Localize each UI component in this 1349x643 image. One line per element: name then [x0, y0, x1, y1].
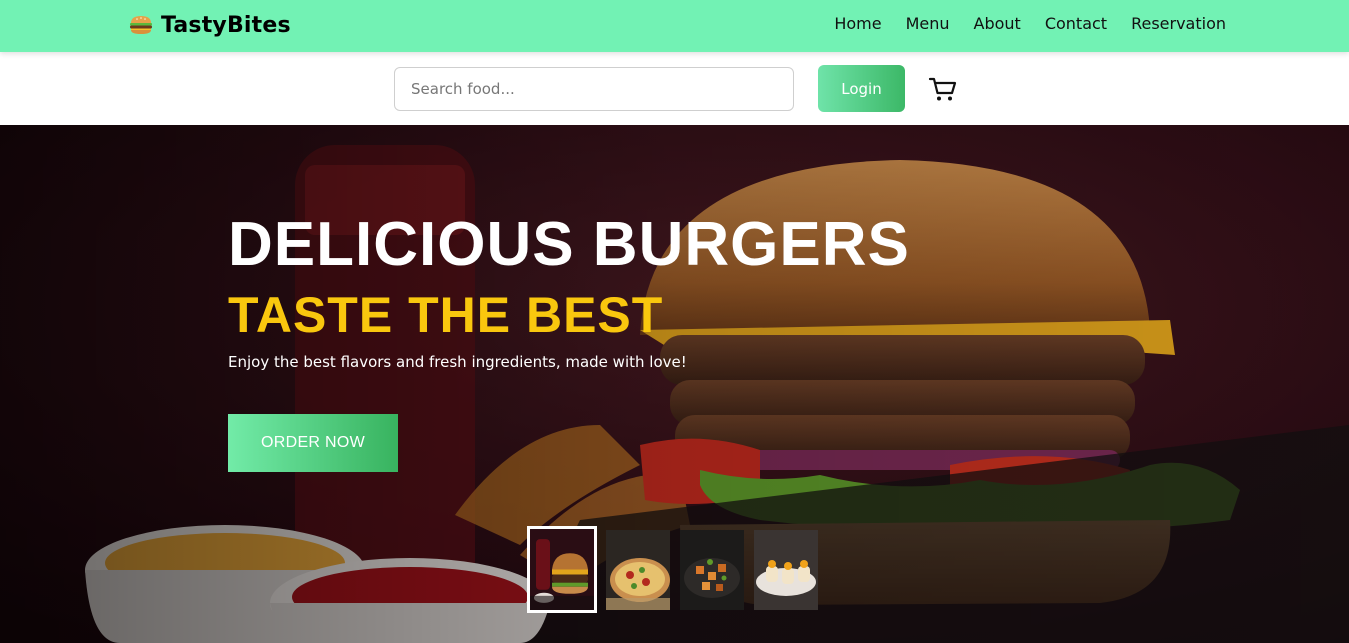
search-bar-row: Login	[0, 52, 1349, 125]
order-now-button[interactable]: ORDER NOW	[228, 414, 398, 472]
hero-description: Enjoy the best flavors and fresh ingredi…	[228, 353, 687, 371]
dessert-thumbnail[interactable]	[754, 530, 818, 610]
hero-thumbnail-strip	[527, 526, 818, 613]
burger-thumbnail[interactable]	[527, 526, 597, 613]
search-input[interactable]	[394, 67, 794, 111]
brand-name: TastyBites	[161, 12, 291, 38]
top-navbar: TastyBites Home Menu About Contact Reser…	[0, 0, 1349, 52]
nav-link-about[interactable]: About	[974, 14, 1021, 34]
brand-logo[interactable]: TastyBites	[128, 11, 291, 39]
login-button[interactable]: Login	[818, 65, 905, 112]
nav-link-home[interactable]: Home	[834, 14, 881, 34]
hero-subtitle: TASTE THE BEST	[228, 287, 664, 343]
pizza-thumbnail[interactable]	[606, 530, 670, 610]
main-nav: Home Menu About Contact Reservation	[834, 14, 1226, 34]
hero-section: DELICIOUS BURGERS TASTE THE BEST Enjoy t…	[0, 125, 1349, 643]
salad-thumbnail[interactable]	[680, 530, 744, 610]
nav-link-reservation[interactable]: Reservation	[1131, 14, 1226, 34]
hero-title: DELICIOUS BURGERS	[228, 210, 910, 279]
nav-link-contact[interactable]: Contact	[1045, 14, 1107, 34]
burger-icon	[130, 16, 152, 34]
cart-icon[interactable]	[928, 74, 958, 104]
nav-link-menu[interactable]: Menu	[906, 14, 950, 34]
